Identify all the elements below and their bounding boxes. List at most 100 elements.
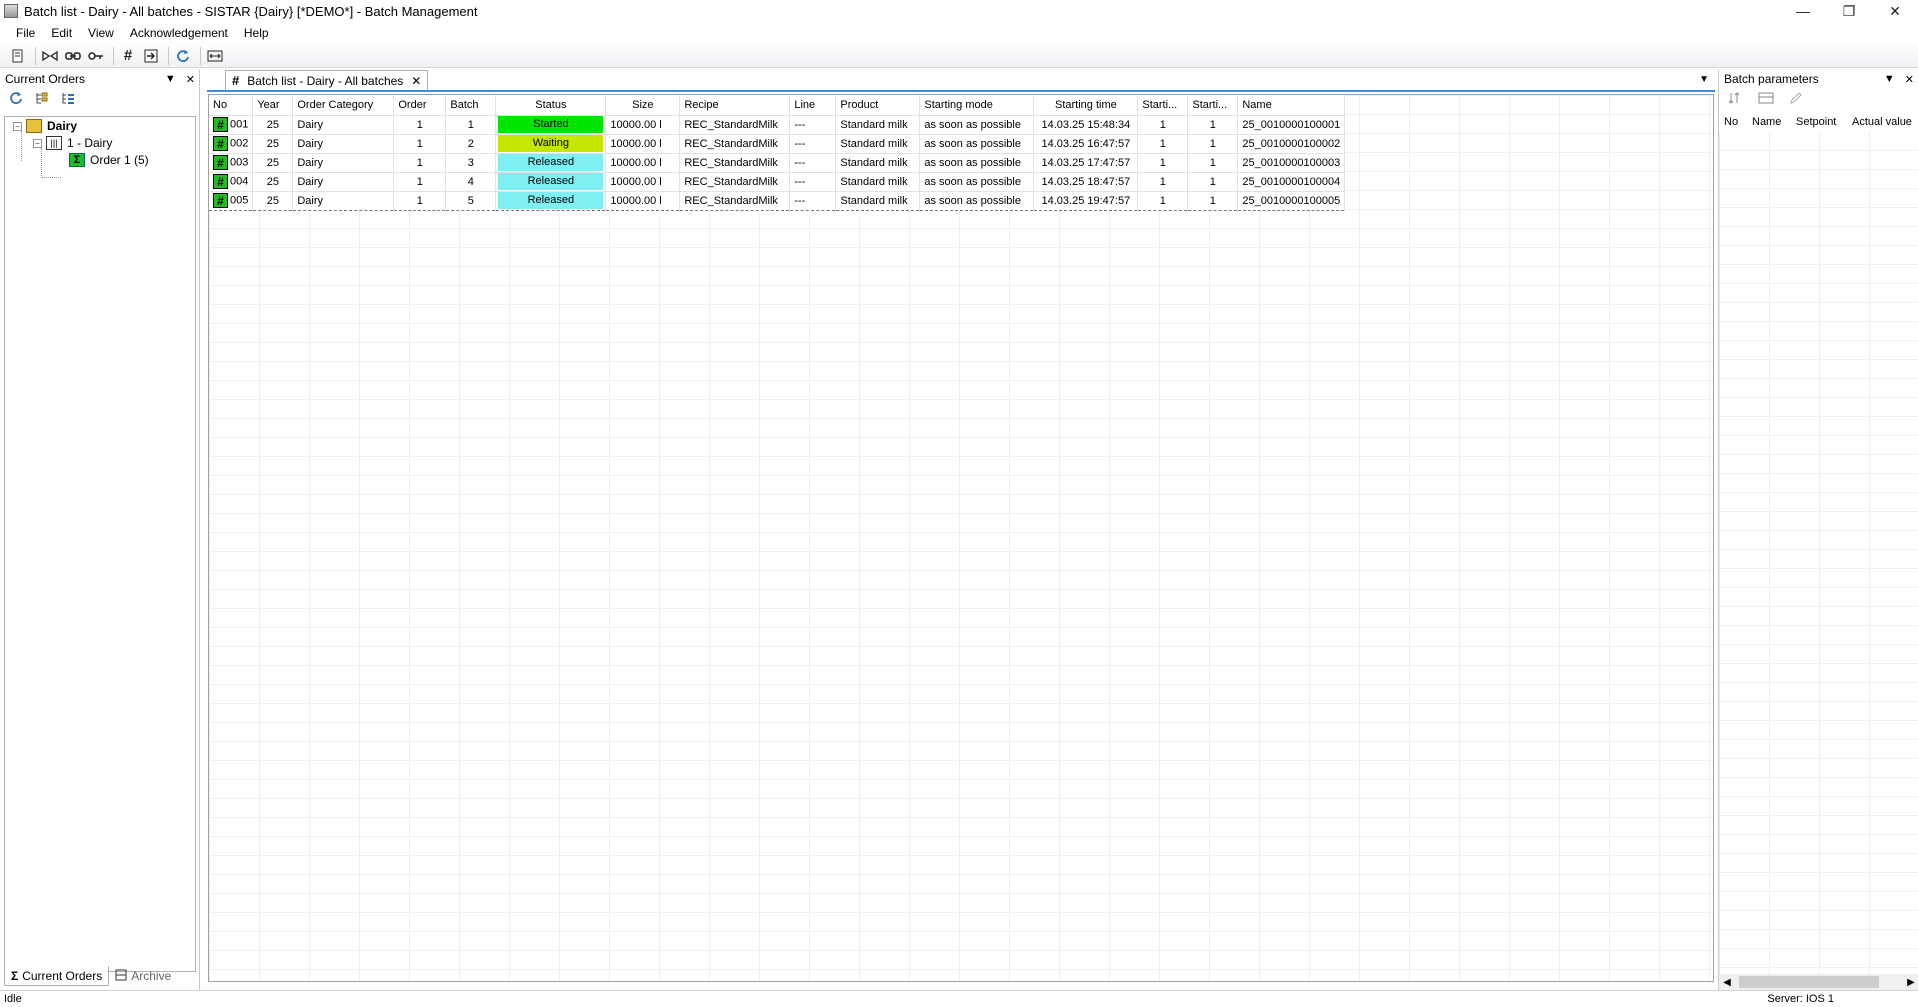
panel-title: Batch parameters [1724,72,1819,86]
collapse-icon[interactable]: − [13,121,22,131]
fit-width-icon[interactable] [205,46,225,66]
tree-toolbar [0,88,199,108]
parameters-grid: No Name Setpoint Actual value [1719,112,1918,974]
tree-node-order[interactable]: Σ Order 1 (5) [69,152,149,168]
connect-icon[interactable] [40,46,60,66]
sort-icon[interactable] [1727,90,1745,106]
cell-line: --- [789,153,837,173]
batch-table: No Year Order Category Order Batch Statu… [209,95,1346,211]
col-header-year[interactable]: Year [252,95,294,116]
document-icon[interactable] [8,46,28,66]
tab-batch-list[interactable]: # Batch list - Dairy - All batches ✕ [225,70,429,90]
cell-line: --- [789,115,837,135]
collapse-icon[interactable]: − [33,138,42,148]
col-header-starting-2[interactable]: Starti... [1187,95,1239,116]
cell-year: 25 [252,134,294,154]
batch-hash-icon: # [213,155,228,170]
table-row[interactable]: #005 25 Dairy 1 5 Released 10000.00 l RE… [209,191,1346,211]
minimize-button[interactable]: — [1780,0,1826,22]
horizontal-scrollbar[interactable]: ◀ ▶ [1719,974,1918,990]
cell-year: 25 [252,153,294,173]
scroll-right-icon[interactable]: ▶ [1903,977,1918,988]
menu-edit[interactable]: Edit [43,26,80,40]
scroll-left-icon[interactable]: ◀ [1719,977,1735,988]
batch-hash-icon: # [213,117,228,132]
table-view-icon[interactable] [1757,90,1775,106]
col-header-param-no[interactable]: No [1719,116,1747,128]
tree-filter-icon[interactable] [34,90,50,106]
col-header-product[interactable]: Product [835,95,921,116]
menu-view[interactable]: View [80,26,122,40]
cell-starting-2: 1 [1187,172,1239,192]
cell-order: 1 [393,153,447,173]
table-row[interactable]: #004 25 Dairy 1 4 Released 10000.00 l RE… [209,172,1346,192]
current-orders-panel: Current Orders ▼ ✕ − Dairy − ||| 1 - Dai… [0,70,200,990]
col-header-line[interactable]: Line [789,95,837,116]
cell-no: #002 [209,134,254,154]
col-header-starting-1[interactable]: Starti... [1137,95,1189,116]
col-header-size[interactable]: Size [605,95,681,116]
status-badge: Released [498,154,604,171]
col-header-order[interactable]: Order [393,95,447,116]
col-header-starting-time[interactable]: Starting time [1033,95,1139,116]
cell-batch: 2 [445,134,497,154]
scroll-thumb[interactable] [1739,976,1879,988]
menu-acknowledgement[interactable]: Acknowledgement [122,26,236,40]
table-row[interactable]: #003 25 Dairy 1 3 Released 10000.00 l RE… [209,153,1346,173]
table-row[interactable]: #001 25 Dairy 1 1 Started 10000.00 l REC… [209,115,1346,135]
cell-starting-mode: as soon as possible [919,153,1035,173]
col-header-order-category[interactable]: Order Category [292,95,395,116]
cell-name: 25_0010000100002 [1237,134,1346,154]
export-icon[interactable] [141,46,161,66]
cell-starting-2: 1 [1187,191,1239,211]
batch-list-icon[interactable]: # [118,46,138,66]
refresh-icon[interactable] [8,90,24,106]
cell-size: 10000.00 l [605,191,681,211]
panel-close-icon[interactable]: ✕ [1905,73,1914,86]
tab-archive[interactable]: Archive [109,966,177,986]
tree-node-unit[interactable]: − ||| 1 - Dairy [33,135,112,151]
panel-menu-icon[interactable]: ▼ [1884,73,1895,85]
panel-menu-icon[interactable]: ▼ [165,73,176,85]
cell-starting-mode: as soon as possible [919,191,1035,211]
menu-help[interactable]: Help [236,26,277,40]
cell-size: 10000.00 l [605,134,681,154]
table-row[interactable]: #002 25 Dairy 1 2 Waiting 10000.00 l REC… [209,134,1346,154]
link-icon[interactable] [63,46,83,66]
restore-button[interactable]: ❐ [1826,0,1872,22]
col-header-batch[interactable]: Batch [445,95,497,116]
cell-starting-time: 14.03.25 17:47:57 [1033,153,1139,173]
batch-parameters-panel: Batch parameters ▼ ✕ No Name Setpoint Ac… [1718,70,1918,990]
cell-product: Standard milk [835,172,921,192]
close-tab-icon[interactable]: ✕ [411,74,421,88]
status-text: Idle [4,993,22,1005]
menu-file[interactable]: File [0,26,43,40]
col-header-param-actual[interactable]: Actual value [1847,116,1918,128]
main-toolbar: # [0,44,1918,68]
tab-list-dropdown-icon[interactable]: ▼ [1699,74,1709,85]
edit-pencil-icon[interactable] [1787,90,1805,106]
col-header-name[interactable]: Name [1237,95,1346,116]
cell-batch: 5 [445,191,497,211]
tab-current-orders[interactable]: Σ Current Orders [4,966,110,986]
key-icon[interactable] [86,46,106,66]
col-header-starting-mode[interactable]: Starting mode [919,95,1035,116]
cell-starting-mode: as soon as possible [919,115,1035,135]
close-window-button[interactable]: ✕ [1872,0,1918,22]
refresh-icon[interactable] [173,46,193,66]
cell-line: --- [789,172,837,192]
cell-no: #004 [209,172,254,192]
tree-list-icon[interactable] [60,90,76,106]
cell-size: 10000.00 l [605,172,681,192]
cell-order: 1 [393,172,447,192]
col-header-recipe[interactable]: Recipe [679,95,791,116]
tree-node-label: Dairy [47,119,78,133]
col-header-status[interactable]: Status [495,95,607,116]
tree-node-dairy[interactable]: − Dairy [13,118,77,134]
col-header-no[interactable]: No [209,95,254,116]
status-badge: Waiting [498,135,604,152]
col-header-param-name[interactable]: Name [1747,116,1791,128]
col-header-param-setpoint[interactable]: Setpoint [1791,116,1847,128]
cell-name: 25_0010000100003 [1237,153,1346,173]
panel-close-icon[interactable]: ✕ [186,73,195,86]
